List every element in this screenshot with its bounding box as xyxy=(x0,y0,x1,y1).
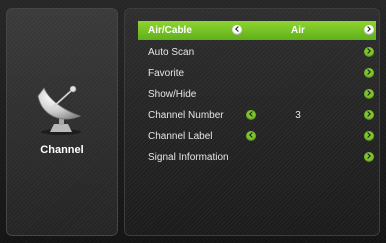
sidebar: Channel xyxy=(6,8,118,236)
satellite-dish-icon xyxy=(37,85,82,135)
menu-item-signal-information[interactable]: Signal Information xyxy=(138,148,376,167)
chevron-right-icon[interactable] xyxy=(364,110,374,120)
menu-item-show-hide[interactable]: Show/Hide xyxy=(138,85,376,104)
chevron-right-icon[interactable] xyxy=(364,152,374,162)
menu-item-auto-scan[interactable]: Auto Scan xyxy=(138,43,376,62)
menu-item-value: 3 xyxy=(295,110,301,121)
chevron-left-icon[interactable] xyxy=(232,25,242,35)
menu-item-label: Channel Number xyxy=(148,110,224,121)
menu-item-label: Channel Label xyxy=(148,131,213,142)
menu-item-label: Favorite xyxy=(148,68,185,79)
menu-item-channel-label[interactable]: Channel Label xyxy=(138,127,376,146)
menu-item-value: Air xyxy=(291,25,305,36)
menu-item-label: Air/Cable xyxy=(148,25,192,36)
chevron-right-icon[interactable] xyxy=(364,68,374,78)
menu-item-label: Show/Hide xyxy=(148,89,197,100)
menu-item-label: Auto Scan xyxy=(148,47,195,58)
menu-item-channel-number[interactable]: Channel Number 3 xyxy=(138,106,376,125)
channel-menu-panel: Air/Cable Air Auto Scan Favorite Show/Hi… xyxy=(124,8,380,236)
chevron-left-icon[interactable] xyxy=(246,131,256,141)
page-title: Channel xyxy=(40,144,84,156)
chevron-right-icon[interactable] xyxy=(364,131,374,141)
chevron-right-icon[interactable] xyxy=(364,47,374,57)
chevron-right-icon[interactable] xyxy=(364,25,374,35)
chevron-left-icon[interactable] xyxy=(246,110,256,120)
menu-item-air-cable[interactable]: Air/Cable Air xyxy=(138,21,376,40)
menu-item-favorite[interactable]: Favorite xyxy=(138,64,376,83)
menu-item-label: Signal Information xyxy=(148,152,229,163)
chevron-right-icon[interactable] xyxy=(364,89,374,99)
